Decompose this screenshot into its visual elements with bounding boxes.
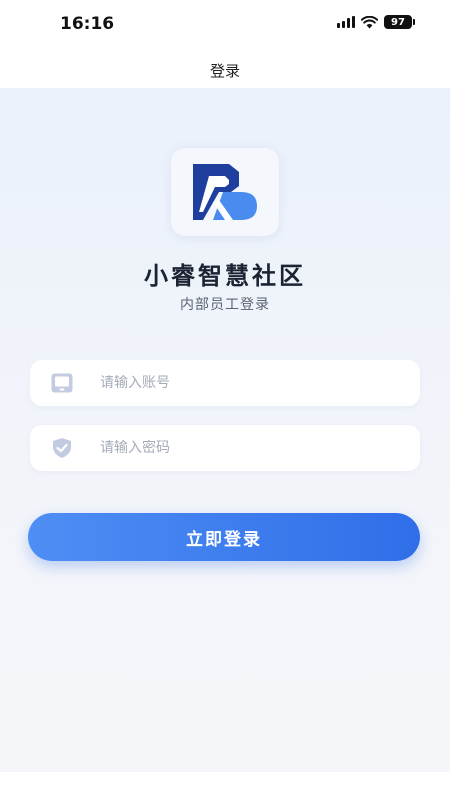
login-subtitle: 内部员工登录 [180,297,270,313]
page-title: 登录 [209,62,240,80]
battery-icon: 97 [384,15,415,29]
signal-icon [337,16,355,28]
brand-logo-icon [193,164,257,220]
status-bar: 16:16 97 [0,0,450,50]
status-time: 16:16 [60,14,115,34]
password-input[interactable] [100,440,380,456]
login-button[interactable]: 立即登录 [28,513,420,561]
app-logo [171,148,279,236]
account-field[interactable] [30,360,420,406]
status-icons: 97 [337,15,415,29]
login-content: 小睿智慧社区 内部员工登录 立即登录 [0,88,450,772]
bottom-bar [0,772,450,800]
nav-bar: 登录 [0,50,450,90]
wifi-icon [361,15,378,28]
battery-level: 97 [391,16,405,28]
app-name: 小睿智慧社区 [144,262,306,290]
shield-check-icon [50,436,74,460]
account-input[interactable] [100,375,380,391]
password-field[interactable] [30,425,420,471]
phone-icon [50,371,74,395]
